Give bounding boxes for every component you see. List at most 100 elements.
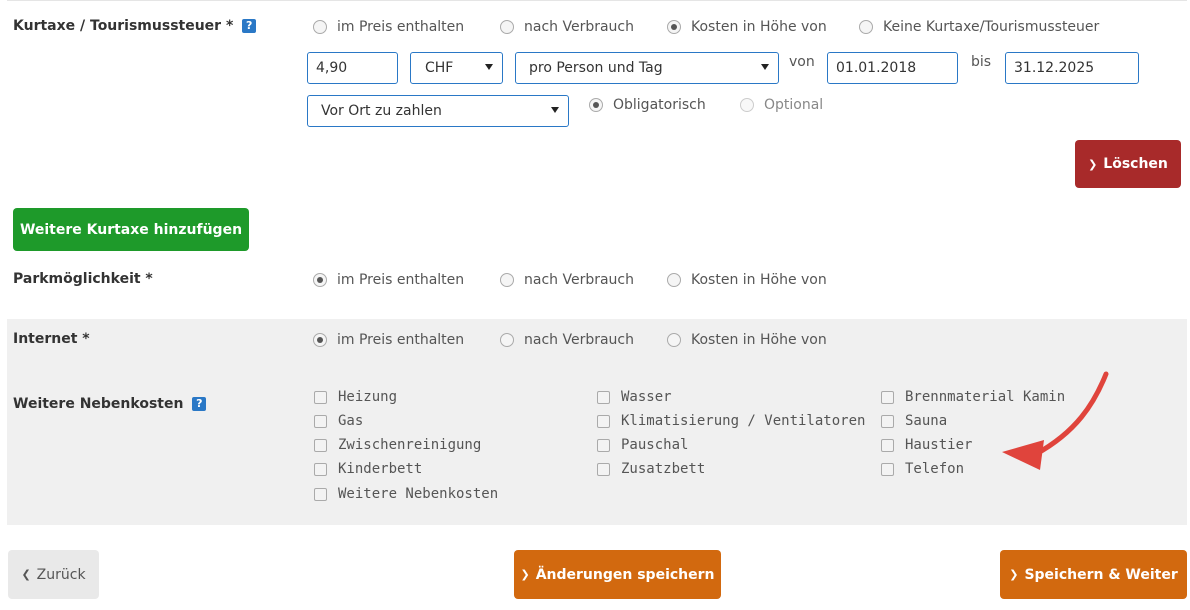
annotation-arrow-head — [1002, 440, 1044, 470]
radio-selected-icon[interactable] — [313, 333, 327, 347]
help-icon[interactable]: ? — [242, 19, 257, 33]
payment-select[interactable]: Vor Ort zu zahlen — [307, 95, 569, 127]
checkbox-icon[interactable] — [314, 438, 327, 452]
to-date-input[interactable]: 31.12.2025 — [1005, 52, 1139, 84]
checkbox-label: Zwischenreinigung — [338, 437, 482, 453]
radio-icon[interactable] — [740, 98, 754, 112]
add-kurtaxe-button[interactable]: Weitere Kurtaxe hinzufügen — [13, 208, 249, 251]
option-label: nach Verbrauch — [524, 19, 634, 35]
obligation-mandatory[interactable]: Obligatorisch — [589, 97, 706, 113]
radio-selected-icon[interactable] — [313, 273, 327, 287]
option-label: Optional — [764, 97, 824, 113]
checkbox-weitere-nebenkosten[interactable]: Weitere Nebenkosten — [314, 486, 498, 502]
radio-icon[interactable] — [313, 20, 327, 34]
radio-icon[interactable] — [667, 273, 681, 287]
internet-option-consumption[interactable]: nach Verbrauch — [500, 332, 634, 348]
checkbox-pauschal[interactable]: Pauschal — [597, 437, 688, 453]
checkbox-wasser[interactable]: Wasser — [597, 389, 672, 405]
parking-option-amount[interactable]: Kosten in Höhe von — [667, 272, 827, 288]
radio-icon[interactable] — [500, 333, 514, 347]
delete-button[interactable]: ❯ Löschen — [1075, 140, 1181, 188]
from-date-input[interactable]: 01.01.2018 — [827, 52, 958, 84]
checkbox-label: Gas — [338, 413, 364, 429]
radio-selected-icon[interactable] — [667, 20, 681, 34]
basis-value: pro Person und Tag — [529, 60, 663, 76]
checkbox-icon[interactable] — [597, 462, 610, 476]
currency-select[interactable]: CHF — [410, 52, 503, 84]
chevron-down-icon — [485, 64, 493, 70]
save-button-label: Änderungen speichern — [535, 566, 715, 583]
checkbox-icon[interactable] — [597, 390, 610, 404]
option-label: nach Verbrauch — [524, 332, 634, 348]
radio-icon[interactable] — [667, 333, 681, 347]
back-button[interactable]: ❮ Zurück — [8, 550, 99, 599]
radio-selected-icon[interactable] — [589, 98, 603, 112]
basis-select[interactable]: pro Person und Tag — [515, 52, 779, 84]
checkbox-zusatzbett[interactable]: Zusatzbett — [597, 461, 705, 477]
checkbox-icon[interactable] — [314, 414, 327, 428]
option-label: Kosten in Höhe von — [691, 272, 827, 288]
amount-value: 4,90 — [316, 60, 348, 76]
checkbox-label: Klimatisierung / Ventilatoren — [621, 413, 866, 429]
checkbox-icon[interactable] — [881, 414, 894, 428]
checkbox-label: Sauna — [905, 413, 948, 429]
delete-button-label: Löschen — [1103, 156, 1168, 172]
save-next-button-label: Speichern & Weiter — [1024, 566, 1178, 583]
checkbox-icon[interactable] — [314, 487, 327, 501]
annotation-arrow-shaft — [1033, 371, 1109, 457]
parking-option-included[interactable]: im Preis enthalten — [313, 272, 464, 288]
checkbox-label: Telefon — [905, 461, 965, 477]
checkbox-heizung[interactable]: Heizung — [314, 389, 397, 405]
option-label: Keine Kurtaxe/Tourismussteuer — [883, 19, 1100, 35]
chevron-right-icon: ❯ — [520, 568, 530, 581]
checkbox-kinderbett[interactable]: Kinderbett — [314, 461, 422, 477]
internet-option-amount[interactable]: Kosten in Höhe von — [667, 332, 827, 348]
save-button[interactable]: ❯ Änderungen speichern — [514, 550, 721, 599]
add-kurtaxe-button-label: Weitere Kurtaxe hinzufügen — [19, 221, 243, 238]
chevron-right-icon: ❯ — [1009, 568, 1019, 581]
kurtaxe-option-included[interactable]: im Preis enthalten — [313, 19, 464, 35]
checkbox-icon[interactable] — [881, 462, 894, 476]
extras-label-text: Weitere Nebenkosten — [13, 396, 184, 412]
checkbox-haustier[interactable]: Haustier — [881, 437, 972, 453]
radio-icon[interactable] — [500, 273, 514, 287]
from-date-value: 01.01.2018 — [836, 60, 917, 76]
internet-option-included[interactable]: im Preis enthalten — [313, 332, 464, 348]
chevron-right-icon: ❯ — [1088, 157, 1098, 171]
checkbox-icon[interactable] — [881, 438, 894, 452]
checkbox-label: Weitere Nebenkosten — [338, 486, 499, 502]
kurtaxe-option-consumption[interactable]: nach Verbrauch — [500, 19, 634, 35]
radio-icon[interactable] — [859, 20, 873, 34]
help-icon[interactable]: ? — [192, 397, 207, 411]
checkbox-icon[interactable] — [314, 462, 327, 476]
option-label: im Preis enthalten — [337, 332, 465, 348]
amount-input[interactable]: 4,90 — [307, 52, 398, 84]
save-next-button[interactable]: ❯ Speichern & Weiter — [1000, 550, 1187, 599]
option-label: Kosten in Höhe von — [691, 332, 827, 348]
checkbox-klimatisierung[interactable]: Klimatisierung / Ventilatoren — [597, 413, 865, 429]
currency-value: CHF — [425, 60, 454, 76]
kurtaxe-option-none[interactable]: Keine Kurtaxe/Tourismussteuer — [859, 19, 1099, 35]
checkbox-icon[interactable] — [881, 390, 894, 404]
obligation-optional[interactable]: Optional — [740, 97, 823, 113]
checkbox-zwischenreinigung[interactable]: Zwischenreinigung — [314, 437, 481, 453]
parking-option-consumption[interactable]: nach Verbrauch — [500, 272, 634, 288]
to-date-value: 31.12.2025 — [1014, 60, 1095, 76]
checkbox-icon[interactable] — [314, 390, 327, 404]
checkbox-icon[interactable] — [597, 414, 610, 428]
payment-value: Vor Ort zu zahlen — [321, 103, 442, 119]
checkbox-telefon[interactable]: Telefon — [881, 461, 964, 477]
checkbox-sauna[interactable]: Sauna — [881, 413, 947, 429]
checkbox-label: Wasser — [621, 389, 672, 405]
radio-icon[interactable] — [500, 20, 514, 34]
checkbox-label: Kinderbett — [338, 461, 423, 477]
kurtaxe-option-amount[interactable]: Kosten in Höhe von — [667, 19, 827, 35]
checkbox-label: Haustier — [905, 437, 973, 453]
checkbox-gas[interactable]: Gas — [314, 413, 363, 429]
option-label: nach Verbrauch — [524, 272, 634, 288]
annotation-arrow-icon — [1002, 371, 1109, 470]
kurtaxe-label-text: Kurtaxe / Tourismussteuer * — [13, 18, 234, 34]
option-label: Obligatorisch — [613, 97, 706, 113]
checkbox-label: Zusatzbett — [621, 461, 706, 477]
checkbox-icon[interactable] — [597, 438, 610, 452]
